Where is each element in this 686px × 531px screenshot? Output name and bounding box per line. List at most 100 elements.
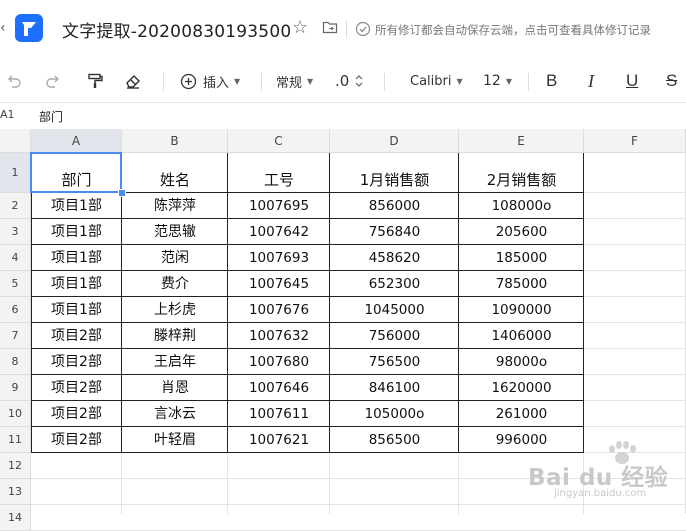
table-cell[interactable]: 1007632 (228, 323, 330, 349)
header-cell[interactable]: 姓名 (122, 153, 228, 193)
column-header-b[interactable]: B (122, 129, 228, 153)
fill-handle[interactable] (118, 189, 126, 197)
number-format-label: 常规 (276, 75, 303, 91)
redo-button[interactable] (45, 60, 61, 102)
move-folder-icon[interactable] (322, 19, 338, 35)
format-painter-icon (88, 73, 103, 88)
table-cell[interactable]: 叶轻眉 (122, 427, 228, 453)
table-cell[interactable]: 652300 (330, 271, 459, 297)
table-cell[interactable]: 上杉虎 (122, 297, 228, 323)
number-format-dropdown[interactable]: 常规 ▼ (276, 60, 313, 102)
row-header-6[interactable]: 6 (0, 297, 31, 323)
bold-button[interactable]: B (546, 60, 557, 102)
header-cell[interactable]: 1月销售额 (330, 153, 459, 193)
font-size-dropdown[interactable]: 12 ▼ (483, 60, 512, 102)
table-cell[interactable]: 1620000 (459, 375, 584, 401)
cloud-saved-icon[interactable] (355, 21, 371, 37)
table-cell[interactable]: 项目2部 (31, 375, 122, 401)
table-cell[interactable]: 205600 (459, 219, 584, 245)
table-cell[interactable]: 项目1部 (31, 271, 122, 297)
table-cell[interactable]: 1045000 (330, 297, 459, 323)
header-cell[interactable]: 2月销售额 (459, 153, 584, 193)
table-cell[interactable]: 言冰云 (122, 401, 228, 427)
italic-button[interactable]: I (588, 60, 594, 102)
table-cell[interactable]: 856000 (330, 193, 459, 219)
row-header-10[interactable]: 10 (0, 401, 31, 427)
row-header-7[interactable]: 7 (0, 323, 31, 349)
cell-reference-box[interactable]: A1 (0, 108, 15, 121)
clear-format-button[interactable] (124, 60, 142, 102)
table-cell[interactable]: 756000 (330, 323, 459, 349)
table-cell[interactable]: 785000 (459, 271, 584, 297)
table-cell[interactable]: 项目1部 (31, 245, 122, 271)
row-header-4[interactable]: 4 (0, 245, 31, 271)
table-cell[interactable]: 范思辙 (122, 219, 228, 245)
table-cell[interactable]: 1007695 (228, 193, 330, 219)
table-cell[interactable]: 陈萍萍 (122, 193, 228, 219)
table-cell[interactable]: 1007680 (228, 349, 330, 375)
star-icon[interactable]: ☆ (292, 17, 308, 38)
header-cell[interactable]: 工号 (228, 153, 330, 193)
column-header-c[interactable]: C (228, 129, 330, 153)
row-header-14[interactable]: 14 (0, 505, 31, 531)
table-cell[interactable]: 1007611 (228, 401, 330, 427)
table-cell[interactable]: 1406000 (459, 323, 584, 349)
table-cell[interactable]: 1007621 (228, 427, 330, 453)
table-cell[interactable]: 105000o (330, 401, 459, 427)
formula-input[interactable]: 部门 (39, 108, 63, 125)
table-cell[interactable]: 费介 (122, 271, 228, 297)
table-cell[interactable]: 261000 (459, 401, 584, 427)
table-cell[interactable]: 1007676 (228, 297, 330, 323)
column-header-a[interactable]: A (31, 129, 122, 153)
table-cell[interactable]: 185000 (459, 245, 584, 271)
font-name-dropdown[interactable]: Calibri ▼ (410, 60, 463, 102)
row-header-3[interactable]: 3 (0, 219, 31, 245)
format-painter-button[interactable] (86, 60, 104, 102)
table-cell[interactable]: 108000o (459, 193, 584, 219)
save-status-text[interactable]: 所有修订都会自动保存云端，点击可查看具体修订记录 (375, 22, 651, 38)
table-cell[interactable]: 458620 (330, 245, 459, 271)
table-cell[interactable]: 项目1部 (31, 193, 122, 219)
table-cell[interactable]: 项目1部 (31, 297, 122, 323)
table-cell[interactable]: 756840 (330, 219, 459, 245)
decimal-places-button[interactable]: .0 (335, 60, 363, 102)
table-cell[interactable]: 项目2部 (31, 323, 122, 349)
table-cell[interactable]: 项目2部 (31, 349, 122, 375)
back-chevron-icon[interactable]: ‹ (0, 20, 6, 36)
table-cell[interactable]: 846100 (330, 375, 459, 401)
row-header-1[interactable]: 1 (0, 153, 31, 193)
table-cell[interactable]: 756500 (330, 349, 459, 375)
strikethrough-button[interactable]: S (666, 60, 677, 102)
select-all-corner[interactable] (0, 129, 31, 153)
table-cell[interactable]: 1090000 (459, 297, 584, 323)
table-cell[interactable]: 滕梓荆 (122, 323, 228, 349)
row-header-12[interactable]: 12 (0, 453, 31, 479)
number-format-dropdown-icon: ▼ (307, 76, 314, 86)
row-header-11[interactable]: 11 (0, 427, 31, 453)
table-cell[interactable]: 范闲 (122, 245, 228, 271)
table-cell[interactable]: 1007693 (228, 245, 330, 271)
app-logo-icon[interactable] (14, 13, 44, 43)
table-cell[interactable]: 1007645 (228, 271, 330, 297)
table-cell[interactable]: 856500 (330, 427, 459, 453)
row-header-13[interactable]: 13 (0, 479, 31, 505)
row-header-2[interactable]: 2 (0, 193, 31, 219)
table-cell[interactable]: 1007646 (228, 375, 330, 401)
table-cell[interactable]: 肖恩 (122, 375, 228, 401)
undo-button[interactable] (6, 60, 22, 102)
row-header-8[interactable]: 8 (0, 349, 31, 375)
column-header-e[interactable]: E (459, 129, 584, 153)
table-cell[interactable]: 1007642 (228, 219, 330, 245)
table-cell[interactable]: 项目2部 (31, 427, 122, 453)
row-header-9[interactable]: 9 (0, 375, 31, 401)
underline-button[interactable]: U (626, 60, 638, 102)
column-header-d[interactable]: D (330, 129, 459, 153)
table-cell[interactable]: 98000o (459, 349, 584, 375)
table-cell[interactable]: 项目1部 (31, 219, 122, 245)
row-header-5[interactable]: 5 (0, 271, 31, 297)
table-cell[interactable]: 项目2部 (31, 401, 122, 427)
document-title[interactable]: 文字提取-20200830193500 (62, 17, 291, 42)
table-cell[interactable]: 王启年 (122, 349, 228, 375)
column-header-f[interactable]: F (584, 129, 686, 153)
insert-button[interactable]: 插入 ▼ (180, 60, 240, 102)
